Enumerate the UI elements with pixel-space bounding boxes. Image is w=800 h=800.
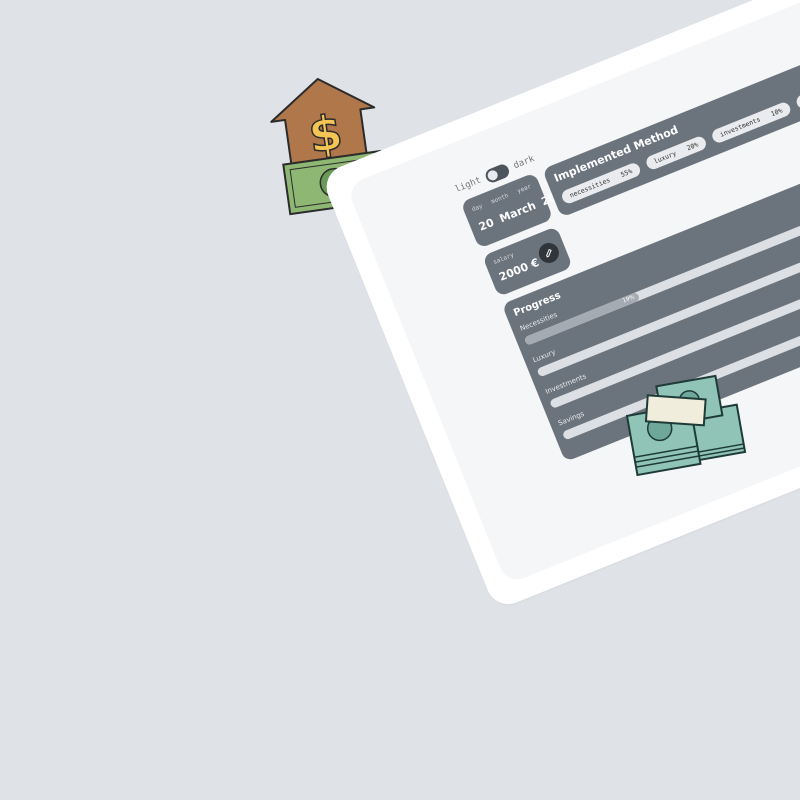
chip-name: investments [718, 115, 762, 139]
light-label: light [453, 175, 483, 195]
month-label: month [490, 192, 510, 206]
chip-pct: 10% [769, 106, 784, 119]
chip-savings[interactable]: savin [794, 84, 800, 111]
dark-label: dark [512, 153, 537, 172]
year-label: year [516, 183, 533, 195]
cash-stack-icon [625, 374, 747, 477]
chip-name: luxury [652, 149, 678, 166]
month-value: March [497, 198, 538, 226]
chip-pct: 55% [619, 167, 634, 179]
chip-investments[interactable]: investments 10% [710, 100, 793, 145]
pencil-icon [546, 248, 552, 258]
theme-toggle[interactable] [483, 162, 512, 185]
chip-name: necessities [568, 176, 612, 200]
chip-pct: 20% [685, 140, 700, 153]
app-card: light dark day month year 20 March 2025 … [320, 0, 800, 611]
day-value: 20 [476, 215, 496, 234]
salary-label: salary [492, 251, 515, 267]
progress-pct-label: 19% [621, 294, 636, 305]
day-label: day [470, 202, 484, 214]
toggle-knob [486, 168, 500, 182]
edit-salary-button[interactable] [535, 239, 562, 266]
method-chips: necessities 55% luxury 20% investments 10% … [559, 84, 800, 206]
